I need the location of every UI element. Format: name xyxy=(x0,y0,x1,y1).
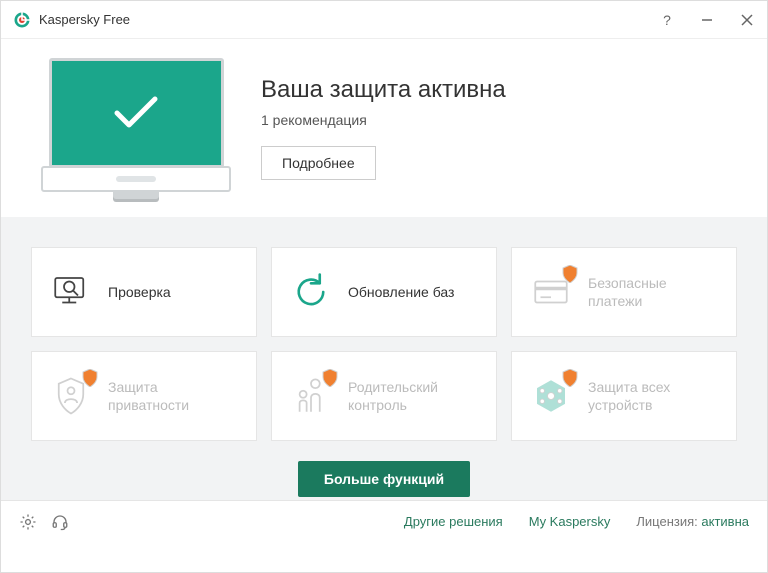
status-monitor-illustration xyxy=(41,58,231,199)
app-title: Kaspersky Free xyxy=(39,12,659,27)
monitor-base xyxy=(41,166,231,192)
settings-gear-icon[interactable] xyxy=(19,513,37,531)
status-hero: Ваша защита активна 1 рекомендация Подро… xyxy=(1,39,767,217)
help-button[interactable]: ? xyxy=(659,12,675,28)
parental-icon xyxy=(290,375,332,417)
footer-bar: Другие решения My Kaspersky Лицензия: ак… xyxy=(1,500,767,542)
feature-tiles-grid: Проверка Обновление баз xyxy=(31,247,737,441)
license-label: Лицензия: xyxy=(636,514,697,529)
minimize-button[interactable] xyxy=(699,12,715,28)
shield-badge-icon xyxy=(562,369,578,387)
scan-icon xyxy=(50,271,92,313)
shield-badge-icon xyxy=(82,369,98,387)
status-text-block: Ваша защита активна 1 рекомендация Подро… xyxy=(261,76,506,180)
details-button[interactable]: Подробнее xyxy=(261,146,376,180)
monitor-screen xyxy=(49,58,224,168)
shield-badge-icon xyxy=(562,265,578,283)
more-functions-button[interactable]: Больше функций xyxy=(298,461,470,497)
tile-scan[interactable]: Проверка xyxy=(31,247,257,337)
close-button[interactable] xyxy=(739,12,755,28)
other-solutions-link[interactable]: Другие решения xyxy=(404,514,503,529)
tile-label: Защита приватности xyxy=(108,378,238,414)
tile-label: Родительский контроль xyxy=(348,378,478,414)
devices-icon xyxy=(530,375,572,417)
kaspersky-logo-icon xyxy=(13,11,31,29)
shield-badge-icon xyxy=(322,369,338,387)
tile-label: Безопасные платежи xyxy=(588,274,718,310)
tile-label: Обновление баз xyxy=(348,283,454,301)
tile-all-devices[interactable]: Защита всех устройств xyxy=(511,351,737,441)
tile-parental-control[interactable]: Родительский контроль xyxy=(271,351,497,441)
checkmark-icon xyxy=(111,93,161,133)
footer-left-icons xyxy=(19,513,69,531)
status-subtitle: 1 рекомендация xyxy=(261,112,506,128)
my-kaspersky-link[interactable]: My Kaspersky xyxy=(529,514,611,529)
privacy-shield-icon xyxy=(50,375,92,417)
license-status: активна xyxy=(701,514,749,529)
more-functions-wrap: Больше функций xyxy=(31,461,737,497)
monitor-stand xyxy=(113,192,159,199)
tile-privacy[interactable]: Защита приватности xyxy=(31,351,257,441)
tile-update[interactable]: Обновление баз xyxy=(271,247,497,337)
titlebar: Kaspersky Free ? xyxy=(1,1,767,39)
window-controls: ? xyxy=(659,12,755,28)
support-headset-icon[interactable] xyxy=(51,513,69,531)
feature-tiles-section: Проверка Обновление баз xyxy=(1,217,767,500)
update-icon xyxy=(290,271,332,313)
license-info[interactable]: Лицензия: активна xyxy=(636,514,749,529)
credit-card-icon xyxy=(530,271,572,313)
status-title: Ваша защита активна xyxy=(261,76,506,104)
tile-label: Защита всех устройств xyxy=(588,378,718,414)
tile-label: Проверка xyxy=(108,283,171,301)
tile-safe-payments[interactable]: Безопасные платежи xyxy=(511,247,737,337)
footer-links: Другие решения My Kaspersky Лицензия: ак… xyxy=(404,514,749,529)
